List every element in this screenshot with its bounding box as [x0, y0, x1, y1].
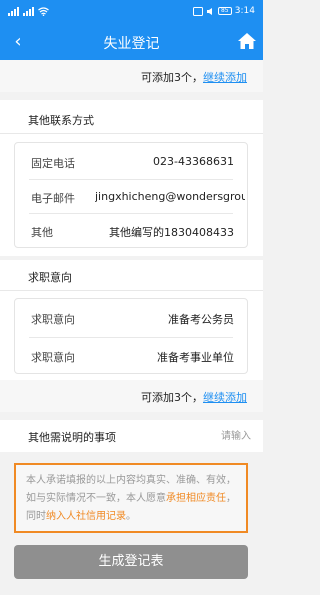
nav-bar: ‹ 失业登记: [0, 24, 263, 60]
battery-icon: 85: [217, 7, 232, 15]
intentions-section-title: 求职意向: [28, 271, 72, 284]
intention-row-value: 准备考事业单位: [157, 351, 234, 364]
contact-row-label: 电子邮件: [31, 192, 75, 205]
contact-row-email[interactable]: 电子邮件 jingxhicheng@wondersgroup.c: [15, 181, 249, 213]
wifi-icon: [38, 7, 49, 16]
other-matters-label: 其他需说明的事项: [28, 431, 116, 444]
contact-row-label: 固定电话: [31, 157, 75, 170]
mute-icon: [206, 7, 212, 15]
signal-icon: [8, 7, 20, 16]
contact-row-phone[interactable]: 固定电话 023-43368631: [15, 146, 249, 178]
pledge-highlight: 承担相应责任: [166, 493, 226, 504]
intention-row-value: 准备考公务员: [168, 313, 234, 326]
pledge-highlight: 纳入人社信用记录: [46, 511, 126, 522]
contact-row-label: 其他: [31, 226, 53, 239]
pledge-text: 。: [126, 511, 136, 522]
intention-row-label: 求职意向: [31, 351, 75, 364]
status-time: 3:14: [234, 6, 255, 16]
contacts-section-title: 其他联系方式: [28, 114, 94, 127]
intention-row[interactable]: 求职意向 准备考公务员: [15, 302, 249, 334]
other-matters-input[interactable]: [161, 426, 251, 446]
contacts-card: 固定电话 023-43368631 电子邮件 jingxhicheng@wond…: [14, 142, 248, 248]
add-more-text: 可添加3个，: [141, 71, 203, 84]
section-divider: [0, 290, 263, 291]
add-more-row-bottom: 可添加3个，继续添加: [0, 380, 263, 412]
section-divider: [0, 133, 263, 134]
status-left-icons: [8, 7, 49, 16]
add-more-row-top: 可添加3个，继续添加: [0, 60, 263, 92]
hd-icon: [192, 6, 203, 16]
row-divider: [29, 213, 233, 214]
intention-row-label: 求职意向: [31, 313, 75, 326]
contact-row-value: 023-43368631: [153, 155, 234, 168]
pledge-notice: 本人承诺填报的以上内容均真实、准确、有效，如与实际情况不一致，本人愿意承担相应责…: [14, 463, 248, 533]
status-bar: 85 3:14: [0, 0, 263, 24]
contacts-section: 其他联系方式 固定电话 023-43368631 电子邮件 jingxhiche…: [0, 100, 263, 256]
add-more-text: 可添加3个，: [141, 391, 203, 404]
signal-icon-2: [23, 7, 35, 16]
intention-row[interactable]: 求职意向 准备考事业单位: [15, 340, 249, 372]
contact-row-other[interactable]: 其他 其他编写的1830408433: [15, 215, 249, 247]
continue-add-link[interactable]: 继续添加: [203, 391, 247, 404]
page-title: 失业登记: [103, 36, 160, 52]
continue-add-link[interactable]: 继续添加: [203, 71, 247, 84]
chevron-left-icon[interactable]: ‹: [9, 31, 27, 53]
intentions-section: 求职意向 求职意向 准备考公务员 求职意向 准备考事业单位: [0, 260, 263, 380]
other-matters-row: 其他需说明的事项: [0, 420, 263, 452]
generate-form-button[interactable]: 生成登记表: [14, 545, 248, 579]
contact-row-value: jingxhicheng@wondersgroup.c: [95, 190, 245, 203]
home-icon[interactable]: [237, 31, 257, 51]
row-divider: [29, 179, 233, 180]
contact-row-value: 其他编写的1830408433: [109, 226, 234, 239]
status-right-icons: 85 3:14: [192, 6, 255, 16]
intentions-card: 求职意向 准备考公务员 求职意向 准备考事业单位: [14, 298, 248, 374]
row-divider: [29, 337, 233, 338]
